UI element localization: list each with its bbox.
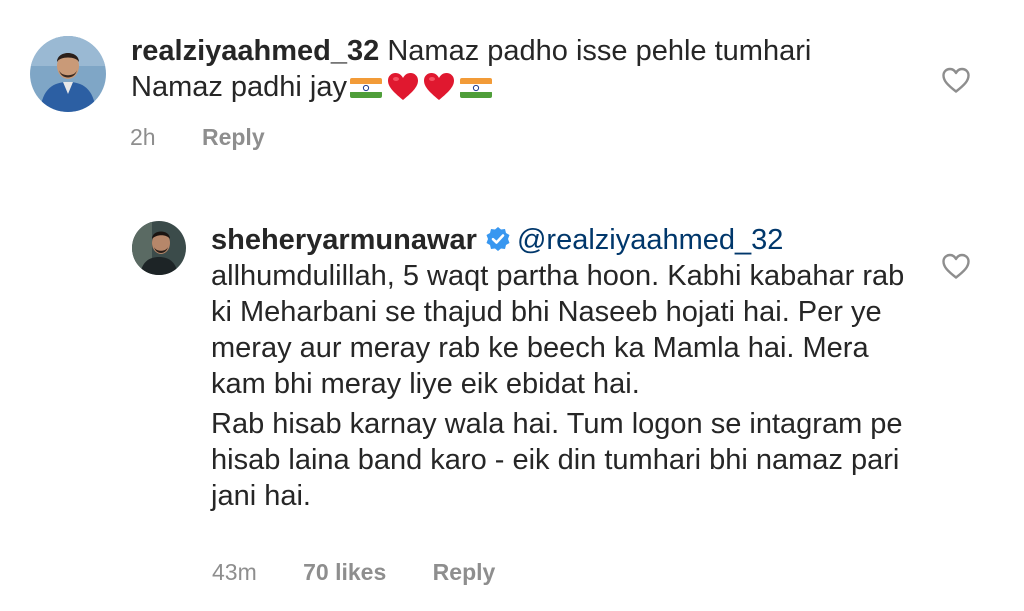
comment-time: 43m [212, 559, 257, 585]
avatar[interactable] [132, 221, 186, 275]
avatar[interactable] [30, 36, 106, 112]
red-heart-icon [423, 72, 455, 102]
comment-text: allhumdulillah, 5 waqt partha hoon. Kabh… [211, 260, 905, 400]
comment-username[interactable]: realziyaahmed_32 [131, 35, 379, 67]
comment-text-paragraph-2: Rab hisab karnay wala hai. Tum logon se … [211, 408, 903, 512]
comment-meta: 43m 70 likes Reply [212, 559, 535, 586]
india-flag-icon [350, 71, 382, 98]
verified-badge-icon [485, 225, 511, 251]
comment-meta: 2h Reply [130, 124, 305, 151]
heart-outline-icon[interactable] [941, 252, 971, 280]
mention-link[interactable]: @realziyaahmed_32 [517, 224, 783, 256]
comment-1: realziyaahmed_32 Namaz padho isse pehle … [131, 33, 911, 105]
likes-count[interactable]: 70 likes [303, 559, 386, 585]
comment-2: sheheryarmunawar @realziyaahmed_32 allhum… [211, 222, 911, 514]
red-heart-icon [387, 72, 419, 102]
heart-outline-icon[interactable] [941, 66, 971, 94]
reply-button[interactable]: Reply [433, 559, 496, 585]
india-flag-icon [460, 71, 492, 98]
comment-time: 2h [130, 124, 156, 150]
comment-username[interactable]: sheheryarmunawar [211, 224, 477, 256]
reply-button[interactable]: Reply [202, 124, 265, 150]
reply-paragraph-1: sheheryarmunawar @realziyaahmed_32 allhum… [211, 222, 911, 402]
